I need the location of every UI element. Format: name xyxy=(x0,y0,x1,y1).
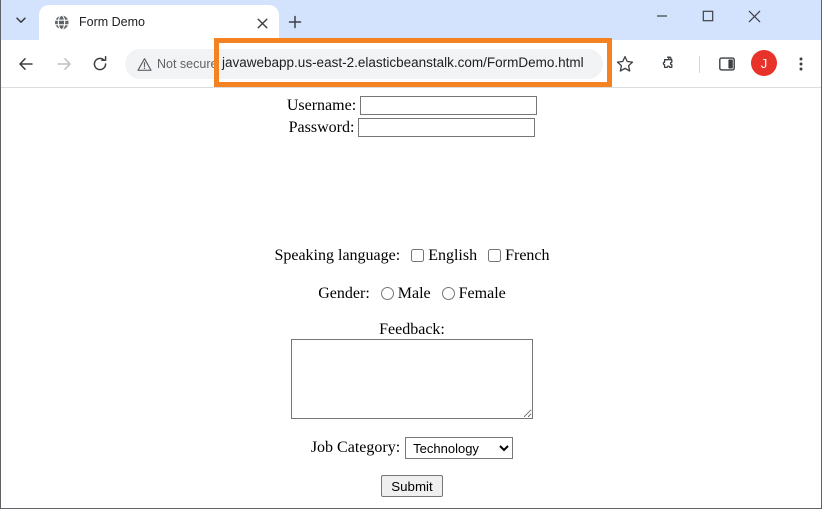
job-category-label: Job Category: xyxy=(310,439,401,456)
side-panel-icon[interactable] xyxy=(713,50,741,78)
submit-button[interactable]: Submit xyxy=(381,475,443,497)
password-label: Password: xyxy=(288,118,355,136)
avatar-initial: J xyxy=(760,55,768,71)
username-row: Username: xyxy=(2,96,821,115)
close-icon[interactable] xyxy=(253,14,271,32)
language-row: Speaking language: English French xyxy=(2,247,821,264)
male-radio[interactable] xyxy=(380,287,394,300)
job-category-row: Job Category: Technology xyxy=(2,437,821,459)
tab-title: Form Demo xyxy=(79,15,145,29)
address-bar[interactable]: Not secure javawebapp.us-east-2.elasticb… xyxy=(125,49,603,79)
browser-window: Form Demo Not secure javawebapp.us-east-… xyxy=(0,0,822,509)
page-content: Username: Password: Speaking language: E… xyxy=(2,89,821,508)
submit-row: Submit xyxy=(2,475,821,497)
toolbar-divider xyxy=(699,56,700,73)
language-option-english: English xyxy=(406,248,477,264)
forward-button[interactable] xyxy=(50,50,78,78)
puzzle-piece-icon[interactable] xyxy=(656,50,684,78)
maximize-window-button[interactable] xyxy=(685,0,731,32)
back-button[interactable] xyxy=(12,50,40,78)
tab-form-demo[interactable]: Form Demo xyxy=(39,5,279,40)
globe-icon xyxy=(53,14,70,31)
gender-row: Gender: Male Female xyxy=(2,285,821,302)
tab-strip: Form Demo xyxy=(1,0,821,40)
username-label: Username: xyxy=(286,96,357,114)
language-option-french: French xyxy=(483,247,550,264)
star-icon[interactable] xyxy=(611,50,639,78)
gender-label: Gender: xyxy=(318,285,370,302)
username-input[interactable] xyxy=(360,96,538,115)
reload-button[interactable] xyxy=(86,50,114,78)
feedback-label: Feedback: xyxy=(379,321,445,338)
three-dot-menu-icon[interactable] xyxy=(787,50,815,78)
job-category-select[interactable]: Technology xyxy=(405,437,514,459)
toolbar-separator xyxy=(1,87,821,88)
password-input[interactable] xyxy=(358,118,536,137)
english-label: English xyxy=(428,247,478,264)
avatar[interactable]: J xyxy=(751,50,777,76)
minimize-window-button[interactable] xyxy=(639,0,685,32)
warning-triangle-icon xyxy=(137,57,152,72)
password-row: Password: xyxy=(2,118,821,137)
not-secure-label: Not secure xyxy=(157,57,218,71)
browser-toolbar: Not secure javawebapp.us-east-2.elasticb… xyxy=(1,40,821,88)
french-checkbox[interactable] xyxy=(488,249,502,262)
gender-option-male: Male xyxy=(376,286,431,302)
male-label: Male xyxy=(397,285,431,302)
french-label: French xyxy=(505,247,550,264)
female-label: Female xyxy=(458,285,506,302)
feedback-textarea[interactable] xyxy=(291,339,533,419)
female-radio[interactable] xyxy=(441,287,455,300)
language-label: Speaking language: xyxy=(274,247,401,264)
gender-option-female: Female xyxy=(437,286,506,302)
security-status-chip[interactable]: Not secure xyxy=(137,54,217,74)
close-window-button[interactable] xyxy=(731,0,777,32)
feedback-label-row: Feedback: xyxy=(2,321,821,338)
feedback-row xyxy=(2,339,821,419)
english-checkbox[interactable] xyxy=(411,249,425,262)
new-tab-button[interactable] xyxy=(283,10,307,34)
tab-search-icon[interactable] xyxy=(7,6,35,34)
url-text[interactable]: javawebapp.us-east-2.elasticbeanstalk.co… xyxy=(222,55,584,70)
